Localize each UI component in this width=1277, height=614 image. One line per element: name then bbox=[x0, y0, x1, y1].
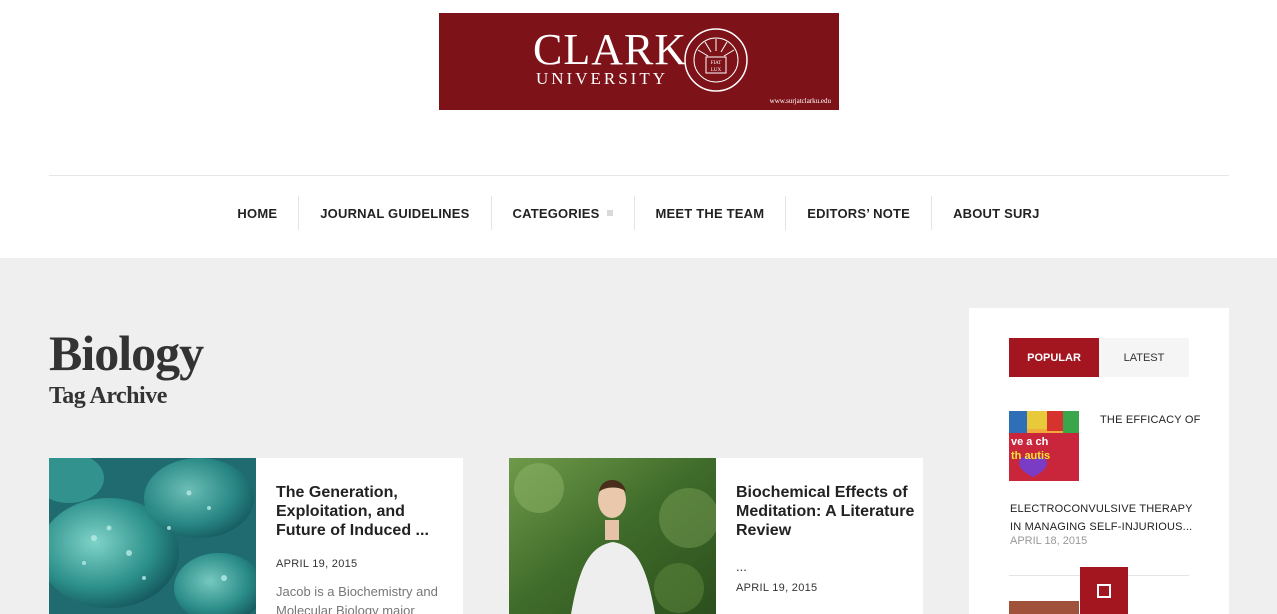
sidebar-post-thumbnail[interactable]: ve a ch th autis bbox=[1009, 411, 1079, 481]
nav-item-journal-guidelines[interactable]: JOURNAL GUIDELINES bbox=[298, 196, 490, 230]
sidebar-post-title[interactable]: THE EFFICACY OF bbox=[1100, 414, 1201, 426]
post-excerpt: Jacob is a Biochemistry and Molecular Bi… bbox=[276, 584, 438, 614]
university-seal-icon: FIAT LUX bbox=[684, 28, 748, 92]
post-card: Biochemical Effects of Meditation: A Lit… bbox=[509, 458, 923, 614]
post-thumbnail[interactable] bbox=[49, 458, 256, 614]
sidebar-tabs: POPULAR LATEST bbox=[1009, 338, 1189, 377]
nav-item-about-surj[interactable]: ABOUT SURJ bbox=[931, 196, 1061, 230]
nav-item-editors-note[interactable]: EDITORS’ NOTE bbox=[785, 196, 931, 230]
meditation-image-icon bbox=[509, 458, 716, 614]
sidebar-post-thumbnail[interactable] bbox=[1009, 601, 1079, 614]
post-card: The Generation, Exploitation, and Future… bbox=[49, 458, 463, 614]
sidebar-post-title-continued[interactable]: ELECTROCONVULSIVE THERAPY IN MANAGING SE… bbox=[1010, 500, 1195, 536]
tab-latest[interactable]: LATEST bbox=[1099, 338, 1189, 377]
nav-label: EDITORS’ NOTE bbox=[807, 205, 911, 221]
thumbnail-text: th autis bbox=[1011, 450, 1050, 462]
dropdown-indicator-icon bbox=[606, 210, 613, 216]
page-title: Biology bbox=[49, 325, 204, 381]
sidebar-post-date: APRIL 18, 2015 bbox=[1010, 535, 1088, 547]
nav-item-categories[interactable]: CATEGORIES bbox=[490, 196, 634, 230]
post-date: APRIL 19, 2015 bbox=[736, 582, 818, 594]
nav-divider bbox=[49, 175, 1229, 176]
floating-action-button[interactable] bbox=[1080, 567, 1128, 614]
nav-label: ABOUT SURJ bbox=[953, 205, 1040, 221]
nav-label: JOURNAL GUIDELINES bbox=[320, 205, 470, 221]
main-navigation: HOME JOURNAL GUIDELINES CATEGORIES MEET … bbox=[0, 196, 1277, 230]
nav-item-home[interactable]: HOME bbox=[216, 196, 298, 230]
nav-label: HOME bbox=[237, 205, 278, 221]
tab-popular[interactable]: POPULAR bbox=[1009, 338, 1099, 377]
nav-item-meet-the-team[interactable]: MEET THE TEAM bbox=[633, 196, 786, 230]
cells-image-icon bbox=[49, 458, 256, 614]
post-body: Biochemical Effects of Meditation: A Lit… bbox=[736, 483, 916, 594]
post-excerpt: ... bbox=[736, 559, 747, 574]
logo-url: www.surjatclarku.edu bbox=[769, 97, 831, 105]
seal-motto-line2: LUX bbox=[711, 68, 722, 73]
post-body: The Generation, Exploitation, and Future… bbox=[276, 483, 456, 614]
post-thumbnail[interactable] bbox=[509, 458, 716, 614]
nav-label: MEET THE TEAM bbox=[655, 205, 765, 221]
page-subtitle: Tag Archive bbox=[49, 383, 167, 409]
seal-motto-line1: FIAT bbox=[711, 61, 722, 66]
square-icon bbox=[1097, 583, 1111, 598]
nav-label: CATEGORIES bbox=[512, 205, 600, 221]
thumbnail-text: ve a ch bbox=[1011, 436, 1049, 448]
logo-word-clark: CLARK bbox=[533, 25, 688, 74]
post-date: APRIL 19, 2015 bbox=[276, 558, 358, 570]
site-logo[interactable]: CLARK UNIVERSITY FIAT LUX www.surjatclar… bbox=[439, 13, 839, 110]
logo-word-university: UNIVERSITY bbox=[536, 69, 668, 88]
post-title[interactable]: Biochemical Effects of Meditation: A Lit… bbox=[736, 483, 916, 540]
post-title[interactable]: The Generation, Exploitation, and Future… bbox=[276, 483, 456, 540]
autism-puzzle-image-icon: ve a ch th autis bbox=[1009, 411, 1079, 481]
